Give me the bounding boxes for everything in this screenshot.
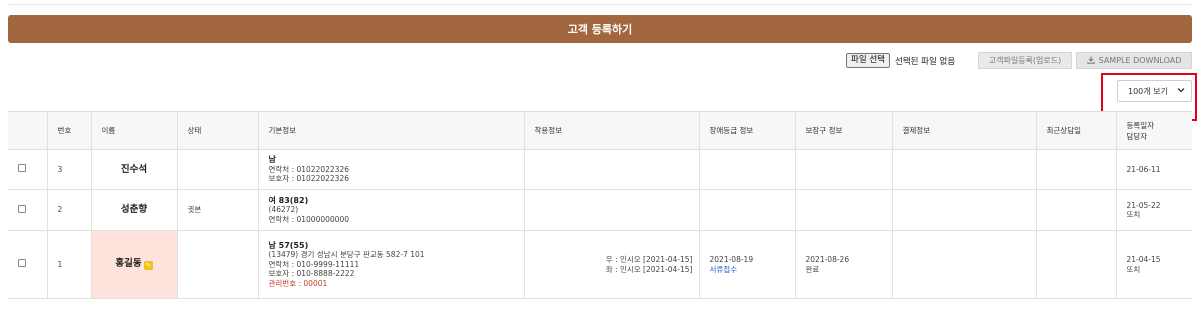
gender-age: 남	[268, 155, 276, 165]
header-name: 이름	[91, 111, 178, 150]
payment-info-cell	[892, 149, 1037, 190]
registration-cell: 21-05-22 또치	[1116, 189, 1192, 231]
register-customer-button[interactable]: 고객 등록하기	[8, 15, 1192, 43]
file-status-text: 선택된 파일 없음	[895, 57, 956, 67]
customer-name[interactable]: 성춘향	[121, 204, 147, 215]
row-no: 2	[47, 189, 92, 231]
basic-line: (13479) 경기 성남시 분당구 판교동 582-7 101	[268, 250, 425, 260]
header-basic-info: 기본정보	[258, 111, 525, 150]
select-all-header	[8, 111, 48, 150]
disability-info-cell	[699, 189, 796, 231]
assistive-info-cell: 2021-08-26 완료	[795, 230, 893, 299]
basic-line: 연락처 : 010-9999-11111	[268, 259, 360, 269]
disability-info-cell: 2021-08-19 서류접수	[699, 230, 796, 299]
payment-info-cell	[892, 189, 1037, 231]
registration-cell: 21-04-15 또치	[1116, 230, 1192, 299]
file-upload-bar: 파일 선택 선택된 파일 없음 고객파일등록(업로드) SAMPLE DOWNL…	[0, 52, 1200, 70]
download-icon	[1086, 56, 1095, 66]
basic-info-cell: 남 57(55) (13479) 경기 성남시 분당구 판교동 582-7 10…	[258, 230, 525, 299]
table-row[interactable]: 3 진수석 남 연락처 : 01022022326 보호자 : 01022022…	[8, 149, 1192, 190]
sample-download-button[interactable]: SAMPLE DOWNLOAD	[1076, 52, 1192, 69]
memo-icon[interactable]: ✎	[143, 261, 153, 270]
recent-consult-cell	[1036, 189, 1117, 231]
header-status: 상태	[177, 111, 259, 150]
per-page-value: 100개 보기	[1128, 86, 1168, 96]
basic-info-cell: 남 연락처 : 01022022326 보호자 : 01022022326	[258, 149, 525, 190]
row-no: 1	[47, 230, 92, 299]
header-registration: 등록일자 담당자	[1116, 111, 1192, 150]
header-reg-date: 등록일자	[1126, 120, 1155, 130]
basic-line: 연락처 : 01022022326	[268, 164, 349, 174]
registration-cell: 21-06-11	[1116, 149, 1192, 190]
disability-info-cell	[699, 149, 796, 190]
recent-consult-cell	[1036, 149, 1117, 190]
reg-date: 21-05-22	[1126, 200, 1161, 210]
customer-name-cell: 홍길동 ✎	[91, 230, 178, 299]
reg-date: 21-06-11	[1126, 164, 1161, 174]
file-choose-button[interactable]: 파일 선택	[846, 53, 890, 68]
assistive-info-cell	[795, 189, 893, 231]
chevron-down-icon	[1177, 86, 1185, 97]
row-no: 3	[47, 149, 92, 190]
disability-status: 서류접수	[709, 264, 738, 274]
basic-line: 보호자 : 01022022326	[268, 174, 349, 184]
header-disability-info: 장애등급 정보	[699, 111, 796, 150]
customer-file-upload-button[interactable]: 고객파일등록(업로드)	[978, 52, 1072, 69]
header-assistive-info: 보장구 정보	[795, 111, 893, 150]
header-wear-info: 착용정보	[524, 111, 700, 150]
table-row[interactable]: 2 성춘향 귓본 여 83(82) (46272) 연락처 : 01000000…	[8, 189, 1192, 231]
header-manager: 담당자	[1126, 131, 1148, 141]
row-checkbox[interactable]	[18, 164, 26, 173]
row-checkbox[interactable]	[18, 259, 26, 268]
wear-info-cell	[524, 189, 700, 231]
customer-name[interactable]: 진수석	[121, 164, 147, 175]
row-status	[177, 149, 259, 190]
wear-info-cell	[524, 149, 700, 190]
basic-line: (46272)	[268, 205, 299, 215]
reg-date: 21-04-15	[1126, 255, 1161, 264]
row-status: 귓본	[177, 189, 259, 231]
row-status	[177, 230, 259, 299]
payment-info-cell	[892, 230, 1037, 299]
customer-table: 번호 이름 상태 기본정보 착용정보 장애등급 정보 보장구 정보 결제정보 최…	[8, 111, 1192, 299]
manager: 또치	[1126, 210, 1141, 219]
header-payment-info: 결제정보	[892, 111, 1037, 150]
wear-right: 우 : 인시오 [2021-04-15]	[605, 255, 693, 264]
per-page-select[interactable]: 100개 보기	[1117, 80, 1192, 102]
header-no: 번호	[47, 111, 92, 150]
disability-date: 2021-08-19	[709, 255, 754, 264]
basic-info-cell: 여 83(82) (46272) 연락처 : 01000000000	[258, 189, 525, 231]
table-header-row: 번호 이름 상태 기본정보 착용정보 장애등급 정보 보장구 정보 결제정보 최…	[8, 111, 1192, 150]
row-checkbox[interactable]	[18, 204, 26, 213]
gender-age: 여 83(82)	[268, 195, 309, 205]
assistive-status: 완료	[805, 264, 820, 274]
assistive-date: 2021-08-26	[805, 255, 850, 264]
header-recent-consult: 최근상담일	[1036, 111, 1117, 150]
management-number: 관리번호 : 00001	[268, 278, 328, 288]
top-divider	[8, 0, 1192, 5]
basic-line: 연락처 : 01000000000	[268, 214, 349, 224]
wear-info-cell: 우 : 인시오 [2021-04-15] 좌 : 인시오 [2021-04-15…	[524, 230, 700, 299]
manager: 또치	[1126, 264, 1141, 274]
recent-consult-cell	[1036, 230, 1117, 299]
wear-left: 좌 : 인시오 [2021-04-15]	[605, 264, 693, 274]
gender-age: 남 57(55)	[268, 240, 309, 250]
table-row[interactable]: 1 홍길동 ✎ 남 57(55) (13479) 경기 성남시 분당구 판교동 5…	[8, 230, 1192, 299]
customer-name[interactable]: 홍길동	[115, 258, 141, 269]
assistive-info-cell	[795, 149, 893, 190]
basic-line: 보호자 : 010-8888-2222	[268, 269, 355, 279]
sample-download-label: SAMPLE DOWNLOAD	[1098, 56, 1182, 65]
